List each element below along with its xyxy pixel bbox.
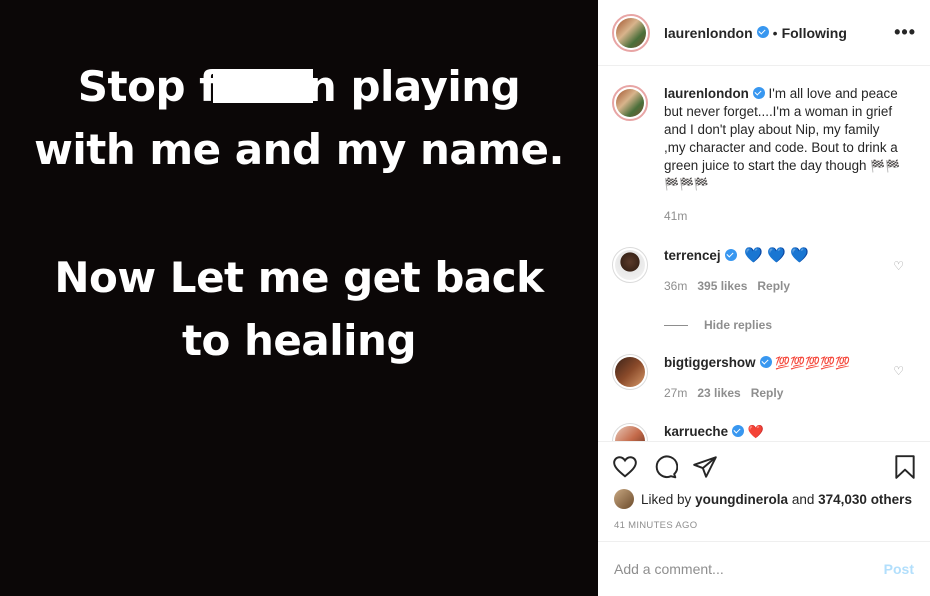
post-timestamp[interactable]: 41 MINUTES AGO xyxy=(614,520,697,531)
author-username[interactable]: laurenlondon xyxy=(664,25,753,41)
blue-heart-emojis: 💙 💙 💙 xyxy=(744,247,809,264)
comment-username[interactable]: terrencej xyxy=(664,248,721,263)
reply-button[interactable]: Reply xyxy=(751,386,784,400)
heart-icon[interactable] xyxy=(612,454,638,480)
following-button[interactable]: Following xyxy=(782,25,847,41)
comment-input[interactable] xyxy=(614,561,884,577)
caption-username[interactable]: laurenlondon xyxy=(664,86,749,101)
verified-icon xyxy=(724,249,737,262)
post-header: laurenlondon • Following ••• xyxy=(598,0,930,66)
comment-username[interactable]: bigtiggershow xyxy=(664,355,756,370)
media-text-line-1: Stop fn playing xyxy=(77,62,521,111)
liker-username[interactable]: youngdinerola xyxy=(695,492,788,507)
media-text-line-3: Now Let me get back xyxy=(54,253,544,302)
caption-avatar[interactable] xyxy=(612,85,648,121)
commenter-avatar[interactable] xyxy=(612,247,648,283)
bookmark-icon[interactable] xyxy=(892,454,918,480)
media-text-line-2: with me and my name. xyxy=(34,125,564,174)
verified-icon xyxy=(756,25,769,38)
verified-icon xyxy=(732,425,745,438)
divider-line xyxy=(664,324,688,326)
comment-item: bigtiggershow 💯💯💯💯💯 27m 23 likes Reply ♡ xyxy=(612,354,916,402)
comment-time[interactable]: 27m xyxy=(664,386,687,400)
like-comment-icon[interactable]: ♡ xyxy=(893,364,904,378)
comment-form: Post xyxy=(598,541,930,596)
separator: • xyxy=(772,24,778,41)
post-sidebar: laurenlondon • Following ••• laurenlondo… xyxy=(598,0,930,596)
commenter-avatar[interactable] xyxy=(612,354,648,390)
liker-avatar[interactable] xyxy=(614,489,634,509)
post-button[interactable]: Post xyxy=(884,561,914,577)
comment-icon[interactable] xyxy=(652,454,678,480)
share-icon[interactable] xyxy=(692,454,718,480)
post-media: Stop fn playing with me and my name. Now… xyxy=(0,0,598,596)
post-actions: Liked by youngdinerola and 374,030 other… xyxy=(598,441,930,541)
media-text-line-4: to healing xyxy=(181,316,417,365)
comment-likes[interactable]: 23 likes xyxy=(697,386,740,400)
author-avatar[interactable] xyxy=(612,13,650,52)
censor-bar xyxy=(212,68,313,103)
hundred-emojis: 💯💯💯💯💯 xyxy=(775,356,850,370)
commenter-avatar[interactable] xyxy=(612,423,648,441)
comment-item: karrueche ❤️ xyxy=(612,423,916,441)
likes-summary[interactable]: Liked by youngdinerola and 374,030 other… xyxy=(614,489,912,509)
comments-list[interactable]: laurenlondon I'm all love and peace but … xyxy=(598,67,930,441)
caption-time[interactable]: 41m xyxy=(664,209,687,223)
red-heart-emoji: ❤️ xyxy=(747,424,764,439)
comment-username[interactable]: karrueche xyxy=(664,424,728,439)
comment-item: terrencej 💙 💙 💙 36m 395 likes Reply ♡ xyxy=(612,247,916,295)
reply-button[interactable]: Reply xyxy=(757,279,790,293)
verified-icon xyxy=(759,356,772,369)
caption: laurenlondon I'm all love and peace but … xyxy=(612,85,916,225)
more-options-icon[interactable]: ••• xyxy=(894,22,916,43)
verified-icon xyxy=(752,87,765,100)
like-comment-icon[interactable]: ♡ xyxy=(893,259,904,273)
comment-time[interactable]: 36m xyxy=(664,279,687,293)
hide-replies-button[interactable]: Hide replies xyxy=(664,318,772,332)
comment-likes[interactable]: 395 likes xyxy=(697,279,747,293)
likes-count[interactable]: 374,030 others xyxy=(818,492,912,507)
